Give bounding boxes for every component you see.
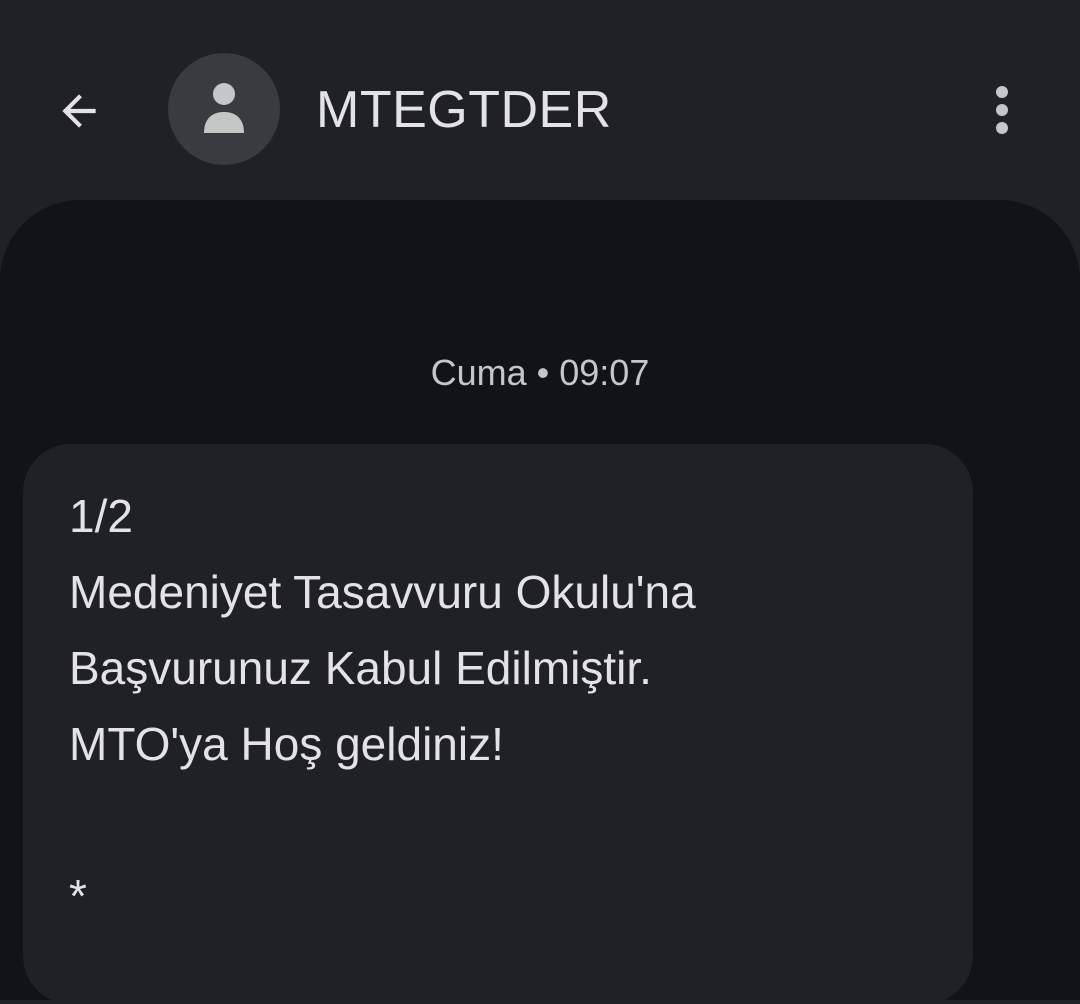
- arrow-left-icon: [62, 94, 96, 128]
- message-bubble[interactable]: 1/2 Medeniyet Tasavvuru Okulu'na Başvuru…: [23, 444, 973, 1004]
- message-line: Medeniyet Tasavvuru Okulu'na: [69, 566, 696, 618]
- app-bar: MTEGTDER: [0, 0, 1080, 200]
- message-line: Başvurunuz Kabul Edilmiştir.: [69, 642, 652, 694]
- message-line: *: [69, 870, 87, 922]
- message-line: [69, 782, 949, 858]
- back-button[interactable]: [48, 80, 110, 142]
- message-timestamp: Cuma • 09:07: [430, 352, 650, 393]
- message-line: 1/2: [69, 490, 133, 542]
- message-line: MTO'ya Hoş geldiniz!: [69, 718, 504, 770]
- contact-name[interactable]: MTEGTDER: [316, 80, 612, 140]
- more-vert-icon: [996, 86, 1008, 134]
- message-text: 1/2 Medeniyet Tasavvuru Okulu'na Başvuru…: [69, 478, 949, 934]
- person-icon: [204, 83, 244, 133]
- more-options-button[interactable]: [972, 80, 1032, 140]
- conversation-area[interactable]: Cuma • 09:07 1/2 Medeniyet Tasavvuru Oku…: [0, 200, 1080, 1004]
- contact-avatar[interactable]: [168, 53, 280, 165]
